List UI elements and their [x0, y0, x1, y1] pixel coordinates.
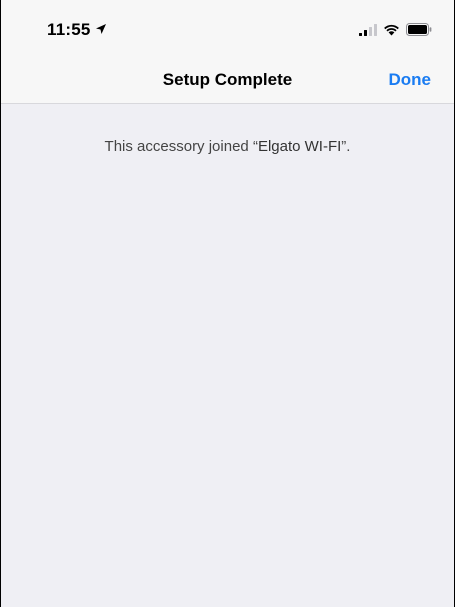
phone-screen: 11:55 Setup Complete Done This accessory… [0, 0, 455, 607]
accessory-joined-message: This accessory joined “Elgato WI-FI”. [1, 138, 454, 155]
status-icons [359, 23, 432, 41]
message-prefix: This accessory joined [104, 138, 249, 155]
network-name: Elgato WI-FI [257, 138, 342, 155]
status-bar: 11:55 [1, 0, 454, 58]
page-title: Setup Complete [162, 70, 293, 89]
location-arrow-icon [95, 20, 107, 40]
done-button[interactable]: Done [389, 70, 432, 90]
status-time: 11:55 [47, 20, 107, 40]
wifi-icon [383, 23, 400, 41]
battery-icon [406, 23, 432, 41]
cellular-signal-icon [359, 23, 377, 41]
status-time-text: 11:55 [47, 20, 91, 39]
navigation-bar: Setup Complete Done [1, 58, 454, 104]
close-quote: ”. [341, 138, 351, 155]
